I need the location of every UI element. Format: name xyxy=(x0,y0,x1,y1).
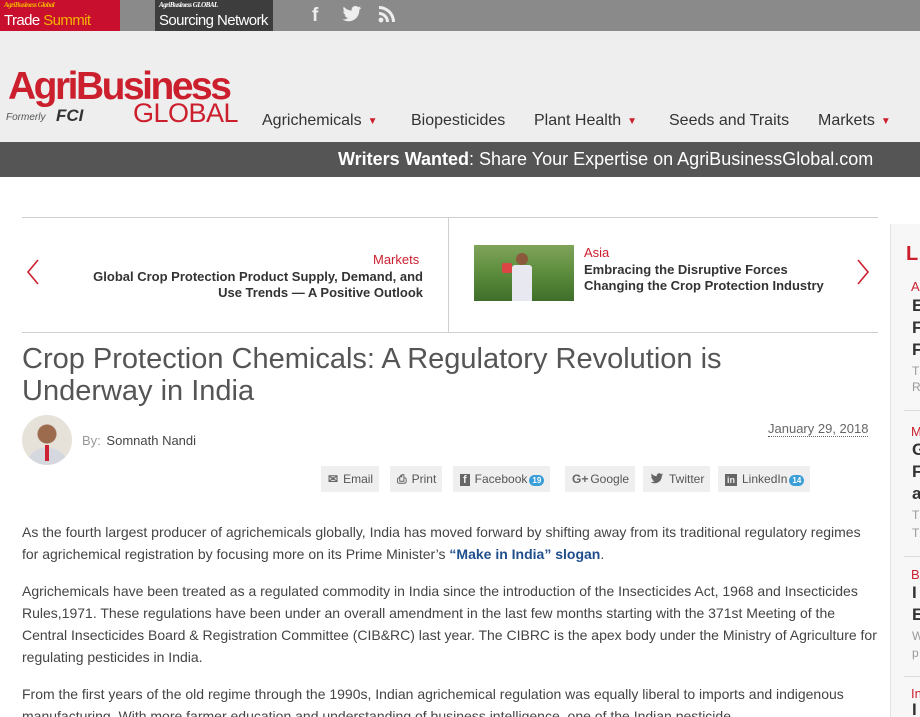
twitter-icon xyxy=(650,466,664,492)
sidebar-item-title[interactable]: I xyxy=(912,700,917,717)
sidebar-item-title[interactable]: G xyxy=(912,440,920,460)
sidebar-item-excerpt: T xyxy=(912,508,920,522)
sidebar-item-title[interactable]: F xyxy=(912,318,920,338)
linkedin-share-count: 14 xyxy=(789,475,805,486)
facebook-icon[interactable]: f xyxy=(312,5,318,27)
chevron-down-icon: ▼ xyxy=(627,116,638,127)
sourcing-network-small: AgriBusiness GLOBAL xyxy=(159,1,218,9)
facebook-icon: f xyxy=(460,474,470,486)
divider xyxy=(904,410,920,411)
sidebar-item-title[interactable]: F xyxy=(912,340,920,360)
chevron-down-icon: ▼ xyxy=(367,116,378,127)
divider xyxy=(904,556,920,557)
next-article-title[interactable]: Embracing the Disruptive Forces Changing… xyxy=(584,262,854,294)
top-bar: AgriBusiness Global Trade Summit AgriBus… xyxy=(0,0,920,31)
share-print-button[interactable]: ⎙ Print xyxy=(390,466,443,492)
article-paragraph: From the first years of the old regime t… xyxy=(22,686,844,717)
divider xyxy=(22,332,878,333)
sourcing-network-logo[interactable]: AgriBusiness GLOBAL Sourcing Network xyxy=(155,0,273,31)
article-paragraph: Agrichemicals have been treated as a reg… xyxy=(22,583,877,665)
twitter-icon[interactable] xyxy=(342,5,362,29)
divider xyxy=(22,217,878,218)
chevron-down-icon: ▼ xyxy=(880,116,891,127)
sidebar-item-excerpt: W xyxy=(912,629,920,643)
next-article-thumbnail[interactable] xyxy=(474,245,574,301)
prev-article-title[interactable]: Global Crop Protection Product Supply, D… xyxy=(68,269,423,301)
divider xyxy=(448,218,449,332)
trade-summit-logo[interactable]: AgriBusiness Global Trade Summit xyxy=(0,0,120,31)
author-name[interactable]: Somnath Nandi xyxy=(106,433,196,448)
trade-summit-small: AgriBusiness Global xyxy=(4,1,55,9)
trade-summit-text: Trade Summit xyxy=(4,12,91,29)
logo-fci: FCI xyxy=(56,106,84,125)
sidebar-item-category[interactable]: In xyxy=(911,686,920,701)
nav-biopesticides[interactable]: Biopesticides xyxy=(411,112,505,130)
writers-wanted-text: Writers Wanted: Share Your Expertise on … xyxy=(338,149,874,169)
writers-wanted-banner[interactable]: Writers Wanted: Share Your Expertise on … xyxy=(0,142,920,177)
logo-formerly: Formerly xyxy=(6,112,46,123)
sidebar-item-excerpt: p xyxy=(912,646,919,660)
divider xyxy=(904,676,920,677)
sidebar-item-title[interactable]: E xyxy=(912,296,920,316)
sidebar-item-title[interactable]: E xyxy=(912,605,920,625)
page-title: Crop Protection Chemicals: A Regulatory … xyxy=(22,343,722,407)
sidebar-item-category[interactable]: M xyxy=(911,424,920,439)
byline: By: Somnath Nandi xyxy=(82,433,197,448)
chevron-left-icon[interactable] xyxy=(26,259,40,293)
sidebar-item-title[interactable]: a xyxy=(912,484,920,504)
avatar[interactable] xyxy=(22,415,72,465)
prev-article-category[interactable]: Markets xyxy=(373,252,419,267)
sidebar-item-category[interactable]: A xyxy=(911,279,920,294)
nav-agrichemicals[interactable]: Agrichemicals ▼ xyxy=(262,112,378,130)
share-facebook-button[interactable]: f Facebook 19 xyxy=(453,466,551,492)
nav-seeds-and-traits[interactable]: Seeds and Traits xyxy=(669,112,789,130)
share-email-button[interactable]: ✉ Email xyxy=(321,466,380,492)
publish-date: January 29, 2018 xyxy=(768,421,869,437)
make-in-india-link[interactable]: “Make in India” slogan xyxy=(449,546,600,562)
printer-icon: ⎙ xyxy=(397,472,407,486)
article-paragraph: As the fourth largest producer of agrich… xyxy=(22,524,861,562)
linkedin-icon: in xyxy=(725,474,737,486)
next-article-category[interactable]: Asia xyxy=(584,245,609,260)
sidebar-item-excerpt: T xyxy=(912,526,920,540)
sidebar-item-excerpt: R xyxy=(912,380,920,394)
nav-markets[interactable]: Markets ▼ xyxy=(818,112,891,130)
sidebar-heading: L xyxy=(906,243,919,265)
chevron-right-icon[interactable] xyxy=(856,259,870,293)
share-google-button[interactable]: G+ Google xyxy=(565,466,636,492)
envelope-icon: ✉ xyxy=(328,472,339,486)
share-linkedin-button[interactable]: in LinkedIn 14 xyxy=(718,466,811,492)
sourcing-network-text: Sourcing Network xyxy=(159,12,268,29)
nav-plant-health[interactable]: Plant Health ▼ xyxy=(534,112,637,130)
sidebar-item-category[interactable]: B xyxy=(911,567,920,582)
sidebar-item-title[interactable]: F xyxy=(912,462,920,482)
logo-global: GLOBAL xyxy=(133,98,239,128)
sidebar-item-title[interactable]: I xyxy=(912,583,917,603)
site-header: AgriBusiness GLOBAL Formerly FCI Agriche… xyxy=(0,31,920,142)
facebook-share-count: 19 xyxy=(529,475,545,486)
share-twitter-button[interactable]: Twitter xyxy=(643,466,711,492)
sidebar-item-excerpt: T xyxy=(912,364,920,378)
rss-icon[interactable] xyxy=(378,5,396,29)
google-plus-icon: G+ xyxy=(572,472,589,486)
